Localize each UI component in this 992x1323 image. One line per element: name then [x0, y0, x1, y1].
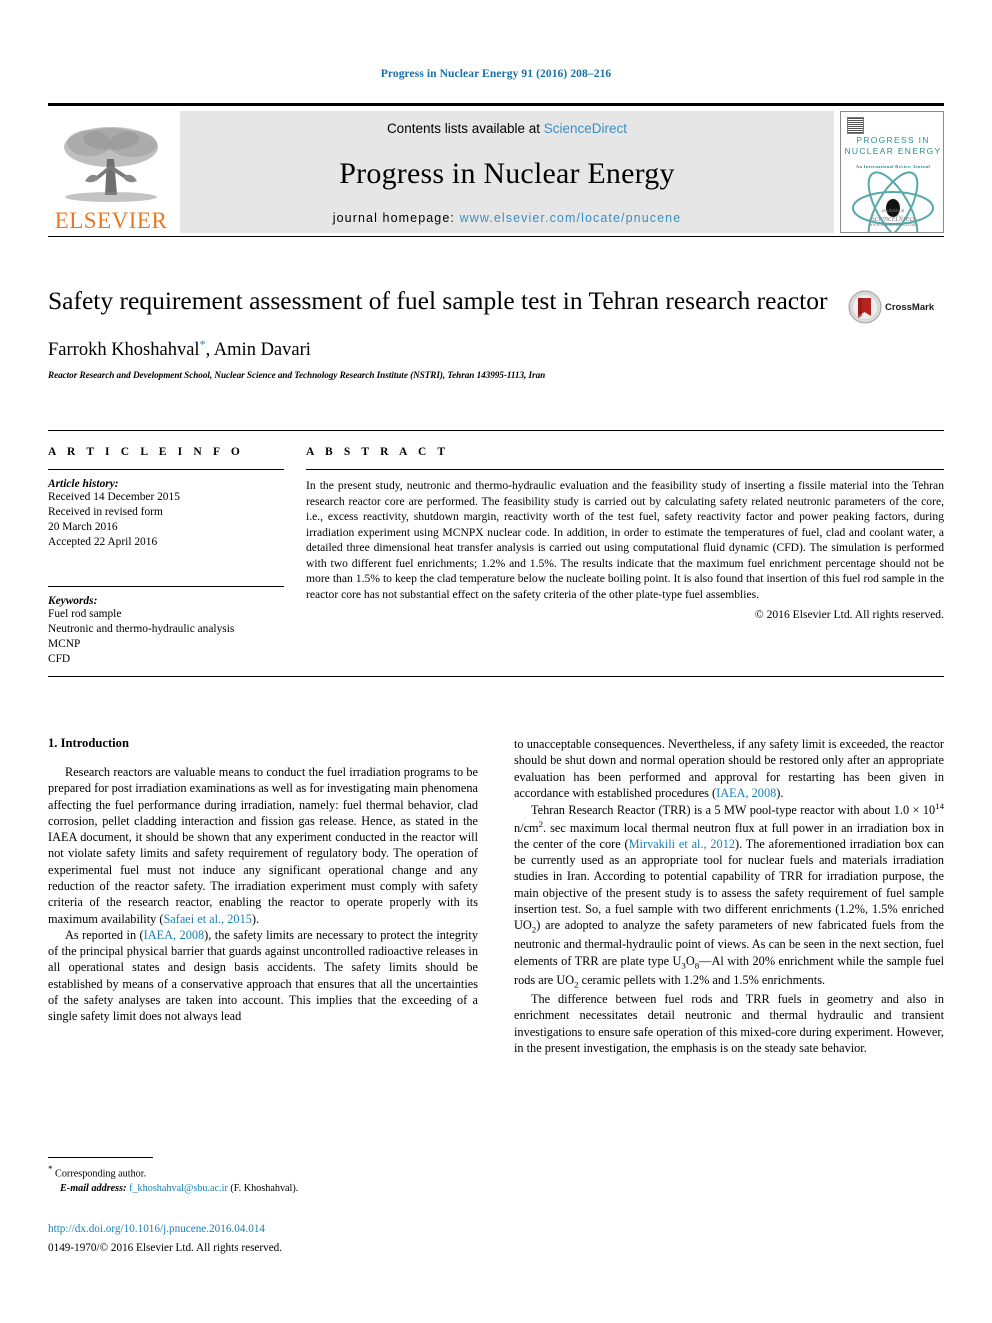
body-columns: 1. Introduction Research reactors are va…: [48, 736, 944, 1056]
article-info-column: A R T I C L E I N F O Article history: R…: [48, 446, 284, 667]
keyword-item: Fuel rod sample: [48, 608, 122, 621]
abstract-column: A B S T R A C T In the present study, ne…: [284, 446, 944, 667]
author-secondary: , Amin Davari: [205, 339, 311, 360]
elsevier-tree-icon: [64, 127, 158, 202]
paragraph-text: O: [685, 953, 695, 968]
keywords-rule: [48, 586, 284, 588]
corresponding-author-line: * Corresponding author.: [48, 1163, 478, 1182]
corresponding-author-footnote: * Corresponding author. E-mail address: …: [48, 1157, 478, 1196]
abstract-rule: [306, 469, 944, 470]
cover-title-line2: NUCLEAR ENERGY: [844, 146, 942, 157]
journal-title: Progress in Nuclear Energy: [339, 156, 675, 190]
affiliation: Reactor Research and Development School,…: [48, 369, 546, 380]
keyword-item: Neutronic and thermo-hydraulic analysis: [48, 623, 235, 636]
running-head: Progress in Nuclear Energy 91 (2016) 208…: [380, 68, 612, 80]
citation-link[interactable]: IAEA, 2008: [144, 928, 205, 942]
journal-homepage-line: journal homepage: www.elsevier.com/locat…: [333, 211, 682, 225]
paper-page: Progress in Nuclear Energy 91 (2016) 208…: [0, 0, 992, 1323]
article-info-heading: A R T I C L E I N F O: [48, 446, 244, 458]
doi-block: http://dx.doi.org/10.1016/j.pnucene.2016…: [48, 1222, 478, 1256]
doi-link[interactable]: http://dx.doi.org/10.1016/j.pnucene.2016…: [48, 1222, 478, 1238]
citation-link[interactable]: IAEA, 2008: [716, 786, 776, 800]
info-abstract-top-divider: [48, 430, 944, 431]
paragraph: Research reactors are valuable means to …: [48, 764, 478, 927]
paragraph-text: Research reactors are valuable means to …: [48, 765, 478, 926]
paragraph-text: Tehran Research Reactor (TRR) is a 5 MW …: [531, 803, 936, 818]
footnote-divider: [48, 1157, 153, 1158]
journal-masthead: ELSEVIER Contents lists available at Sci…: [48, 103, 944, 233]
crossmark-label: CrossMark: [885, 301, 935, 313]
journal-cover-thumbnail: PROGRESS IN NUCLEAR ENERGY An Internatio…: [840, 111, 944, 233]
author-primary: Farrokh Khoshahval: [48, 339, 200, 360]
abstract-copyright: © 2016 Elsevier Ltd. All rights reserved…: [754, 607, 944, 621]
email-link[interactable]: f_khoshahval@sbu.ac.ir: [129, 1183, 228, 1194]
paragraph-text: n/cm: [514, 820, 539, 835]
cover-footer-brand: ScienceDirect: [870, 214, 916, 223]
citation-link[interactable]: Safaei et al., 2015: [163, 912, 251, 926]
paragraph: As reported in (IAEA, 2008), the safety …: [48, 927, 478, 1025]
masthead-center-panel: Contents lists available at ScienceDirec…: [180, 111, 834, 233]
title-divider: [48, 236, 944, 237]
sciencedirect-link[interactable]: ScienceDirect: [544, 121, 627, 136]
title-block: Safety requirement assessment of fuel sa…: [48, 285, 838, 380]
crossmark-badge[interactable]: CrossMark: [848, 290, 944, 324]
article-history-item: 20 March 2016: [48, 521, 118, 534]
paragraph: to unacceptable consequences. Neverthele…: [514, 736, 944, 801]
paragraph-text: As reported in (: [65, 927, 144, 942]
cover-title-line1: PROGRESS IN: [856, 135, 930, 145]
page-title: Safety requirement assessment of fuel sa…: [48, 286, 828, 315]
elsevier-wordmark: ELSEVIER: [54, 208, 168, 233]
paragraph-text: ceramic pellets with 1.2% and 1.5% enric…: [578, 972, 826, 987]
keywords-label: Keywords:: [48, 595, 98, 608]
section-title-introduction: 1. Introduction: [48, 736, 129, 750]
cover-footer-url: www.sciencedirect.com: [869, 223, 917, 228]
contents-available-line: Contents lists available at ScienceDirec…: [387, 121, 627, 136]
superscript: 14: [935, 801, 944, 812]
author-list: Farrokh Khoshahval*, Amin Davari: [48, 337, 838, 361]
email-line: E-mail address: f_khoshahval@sbu.ac.ir (…: [48, 1182, 478, 1196]
cover-subtitle: An International Review Journal: [855, 164, 931, 169]
info-abstract-region: A R T I C L E I N F O Article history: R…: [48, 446, 944, 667]
email-owner: (F. Khoshahval).: [230, 1182, 299, 1194]
keyword-item: CFD: [48, 653, 71, 666]
paragraph: The difference between fuel rods and TRR…: [514, 992, 944, 1055]
contents-prefix-text: Contents lists available at: [386, 121, 544, 136]
abstract-heading: A B S T R A C T: [306, 446, 450, 458]
body-column-right: to unacceptable consequences. Neverthele…: [514, 736, 944, 1056]
crossmark-icon: [848, 290, 882, 324]
article-history-item: Accepted 22 April 2016: [48, 536, 158, 549]
paragraph-text: ), the safety limits are necessary to pr…: [48, 927, 478, 1024]
abstract-text: In the present study, neutronic and ther…: [306, 479, 944, 602]
corresponding-author-label: Corresponding author.: [55, 1168, 147, 1180]
cover-footer: available at ScienceDirect www.sciencedi…: [841, 209, 943, 228]
article-history-item: Received in revised form: [48, 506, 163, 519]
citation-link[interactable]: Mirvakili et al., 2012: [629, 837, 735, 851]
email-label: E-mail address:: [60, 1182, 127, 1194]
paragraph-text: ).: [776, 785, 784, 800]
article-history-item: Received 14 December 2015: [48, 491, 180, 503]
homepage-prefix-text: journal homepage:: [332, 211, 460, 225]
paragraph: Tehran Research Reactor (TRR) is a 5 MW …: [514, 801, 944, 991]
body-column-left: 1. Introduction Research reactors are va…: [48, 736, 478, 1056]
keyword-item: MCNP: [48, 638, 81, 651]
cover-elsevier-mark-icon: [847, 117, 864, 134]
journal-homepage-link[interactable]: www.elsevier.com/locate/pnucene: [460, 211, 682, 225]
info-abstract-bottom-divider: [48, 676, 944, 677]
article-info-rule: [48, 469, 284, 470]
footnote-marker: *: [48, 1164, 53, 1174]
cover-title: PROGRESS IN NUCLEAR ENERGY: [841, 135, 943, 158]
keywords-block: Keywords: Fuel rod sample Neutronic and …: [48, 586, 284, 667]
paragraph-text: ).: [251, 911, 260, 926]
elsevier-logo: ELSEVIER: [48, 111, 174, 233]
article-history-label: Article history:: [48, 478, 119, 490]
issn-copyright-line: 0149-1970/© 2016 Elsevier Ltd. All right…: [48, 1241, 283, 1254]
